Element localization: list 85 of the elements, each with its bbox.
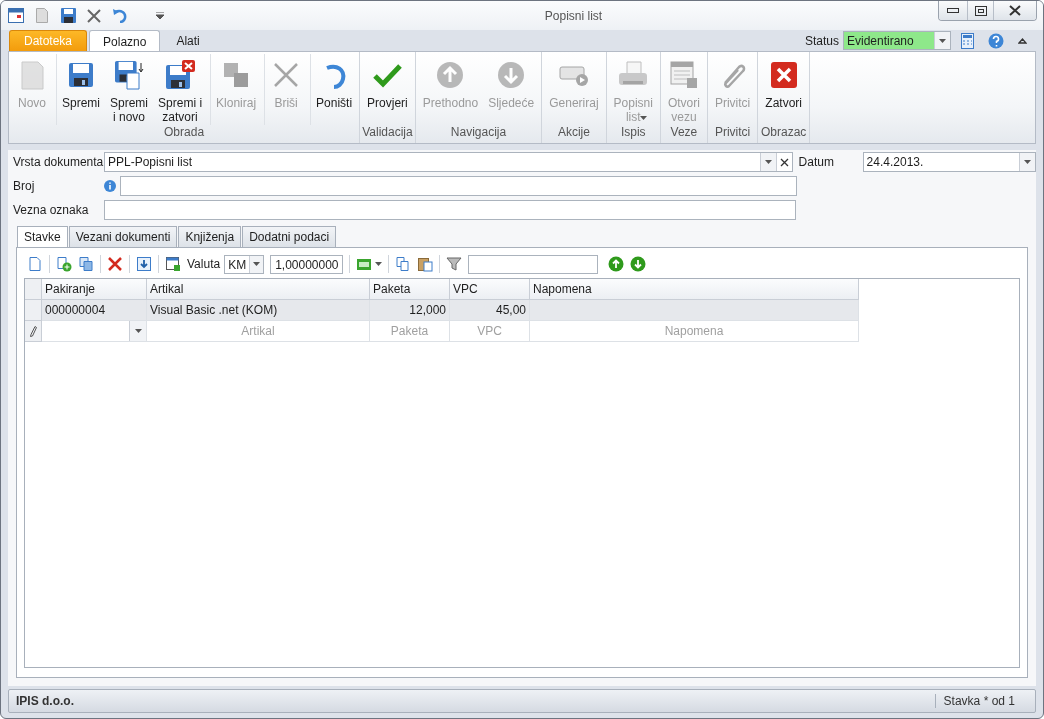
caret-icon [1024,160,1031,164]
status-label: Status [804,33,839,48]
help-icon[interactable] [988,32,1004,49]
minimize-button[interactable] [939,1,967,20]
info-icon [104,180,116,192]
column-header[interactable]: Pakiranje [42,279,147,300]
rate-field[interactable]: 1,00000000 [270,254,344,274]
date-picker[interactable]: 24.4.2013. [862,152,1036,172]
tab[interactable]: Stavke [17,226,68,248]
customize-icon[interactable] [156,12,164,19]
ribbon-button[interactable]: Poništi [310,54,358,125]
table-cell: 12,000 [370,300,450,321]
caret-icon [639,116,647,120]
download-icon[interactable] [136,256,152,272]
document-icon[interactable] [36,8,48,23]
table-icon [667,59,700,91]
company-name: IPIS d.o.o. [16,694,74,708]
input-field[interactable] [120,176,797,196]
save-icon[interactable] [60,8,76,23]
dropdown-button[interactable] [129,321,146,341]
group-label: Privitci [713,125,752,141]
ribbon-button[interactable]: Provjeri [362,54,413,125]
column-header[interactable]: Paketa [370,279,450,300]
field-label: Datum [798,155,835,169]
add-document-icon[interactable] [56,256,72,272]
window-title: Popisni list [543,8,604,23]
save-new-icon [113,59,145,91]
caret-icon [764,160,772,164]
ribbon-button[interactable]: Spremi i zatvori [153,54,208,125]
caret-icon [253,262,261,266]
table-cell: Visual Basic .net (KOM) [147,300,370,321]
caret-icon [375,262,383,266]
ribbon-button[interactable]: Spremi [56,54,105,125]
column-header[interactable]: Napomena [530,279,859,300]
cross-icon[interactable] [87,8,101,23]
spreadsheet-icon[interactable] [356,256,373,272]
delete-icon[interactable] [107,256,123,272]
field-label: Broj [13,179,36,193]
tab[interactable]: Vezani dokumenti [68,226,178,247]
document-type-dropdown[interactable]: PPL-Popisni list [104,152,793,172]
input-field[interactable] [104,200,796,220]
close-icon [1009,5,1021,16]
caret-icon [939,38,946,43]
table-cell: 000000004 [42,300,147,321]
caret-icon [134,329,142,333]
tab[interactable]: Dodatni podaci [242,226,337,247]
copy-icon[interactable] [395,256,412,272]
undo-icon[interactable] [113,8,127,23]
table-icon[interactable] [165,256,181,272]
group-label: Ispis [619,125,647,141]
collapse-icon[interactable] [1018,37,1027,44]
ribbon-tab[interactable]: Alati [162,30,214,51]
table-cell: 45,00 [450,300,530,321]
column-header[interactable]: VPC [450,279,530,300]
group-label: Akcije [556,125,591,141]
app-icon[interactable] [8,8,24,23]
row-indicator [25,279,42,300]
tab[interactable]: Knjiženja [178,226,242,247]
maximize-button[interactable] [967,1,993,20]
document-icon[interactable] [27,256,43,272]
status-dropdown[interactable]: Evidentirano [843,31,951,50]
currency-label: Valuta [187,257,221,271]
maximize-icon [974,5,987,16]
group-label: Validacija [362,125,413,141]
calculator-icon[interactable] [961,32,974,49]
search-field[interactable] [468,254,599,274]
record-position: Stavka * od 1 [934,694,1035,708]
ribbon-tab[interactable]: Polazno [89,30,161,52]
group-label: Obrada [163,125,206,141]
copy-documents-icon[interactable] [78,256,94,272]
minimize-icon [947,8,959,13]
clear-icon[interactable] [779,157,789,167]
close-button[interactable] [993,1,1036,20]
save-close-icon [164,59,197,91]
group-label: Veze [669,125,699,141]
field-label: Vezna oznaka [13,203,90,217]
column-header[interactable]: Artikal [147,279,370,300]
filter-icon[interactable] [446,256,463,272]
group-label: Obrazac [760,125,807,141]
pencil-icon [29,325,37,337]
ribbon-button[interactable]: Spremi i novo [105,54,154,125]
group-label: Navigacija [449,125,508,141]
paste-icon[interactable] [417,256,434,272]
currency-dropdown[interactable]: KM [224,254,265,274]
ribbon-button[interactable]: Zatvori [760,54,807,125]
